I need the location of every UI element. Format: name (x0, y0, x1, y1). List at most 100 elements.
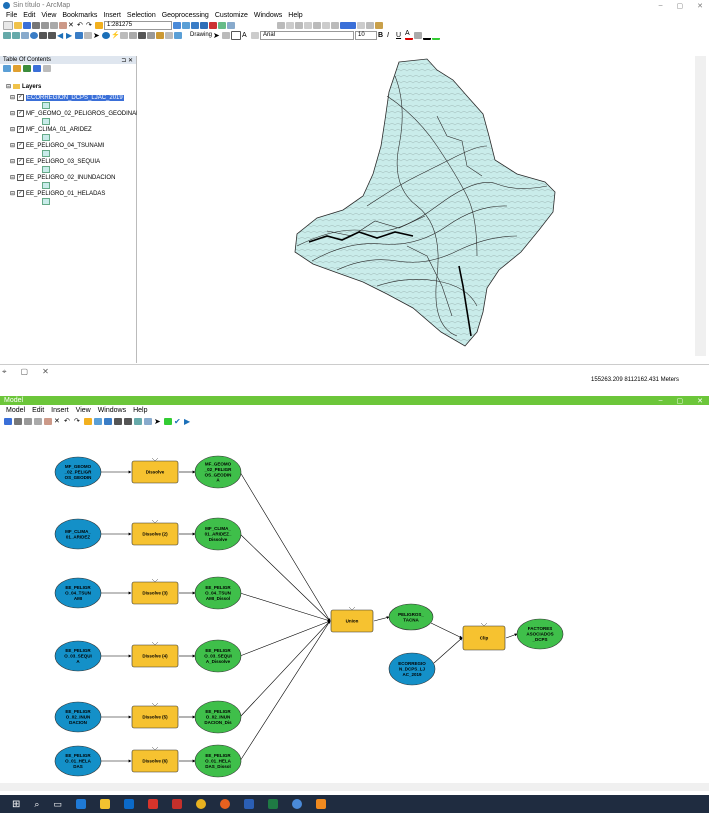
flow-connector[interactable] (239, 620, 331, 718)
print-icon[interactable] (32, 21, 40, 29)
fixed-zoom-out-model-icon[interactable] (124, 417, 132, 425)
fill-color-icon[interactable] (414, 31, 423, 39)
list-by-drawing-order-icon[interactable] (3, 65, 11, 72)
editor-icon[interactable] (173, 21, 181, 29)
layer-label[interactable]: MF_GEOMO_02_PELIGROS_GEODINAMICO (26, 111, 152, 117)
clear-selection-icon[interactable] (84, 31, 92, 39)
acrobat-icon[interactable] (171, 799, 182, 809)
expand-icon[interactable]: ⊟ (10, 126, 15, 133)
search-icon[interactable] (200, 21, 208, 29)
menu-help[interactable]: Help (288, 12, 302, 19)
flow-connector[interactable] (373, 616, 390, 622)
flow-connector[interactable] (239, 592, 331, 622)
expand-icon[interactable]: ⊟ (10, 158, 15, 165)
font-size-combo[interactable]: 10 (355, 30, 378, 40)
bold-icon[interactable]: B (378, 32, 386, 39)
flow-connector[interactable] (430, 622, 463, 639)
dissolve-tool-node[interactable]: Dissolve (5) (131, 702, 179, 729)
model-redo-icon[interactable]: ↷ (74, 418, 82, 425)
drawing-menu[interactable]: Drawing (190, 32, 212, 38)
font-color-icon[interactable]: A (405, 30, 414, 40)
validate-icon[interactable]: ✔ (174, 417, 182, 425)
output-data-node[interactable]: EE_PELIGR O_02_INUN DACION_Dis (194, 700, 242, 734)
layer-visibility-checkbox[interactable]: ✓ (17, 190, 25, 197)
layer-visibility-checkbox[interactable]: ✓ (17, 110, 25, 117)
layer-symbol-swatch[interactable] (42, 118, 50, 125)
fixed-zoom-in-model-icon[interactable] (114, 417, 122, 425)
table-icon[interactable] (182, 21, 190, 29)
paste-icon[interactable] (59, 21, 67, 29)
model-print-icon[interactable] (14, 417, 22, 425)
expand-icon[interactable]: ⊟ (10, 110, 15, 117)
layer-visibility-checkbox[interactable]: ✓ (17, 158, 25, 165)
binoculars-icon[interactable] (138, 31, 146, 39)
italic-icon[interactable]: I (387, 32, 395, 39)
layer-visibility-checkbox[interactable]: ✓ (17, 174, 25, 181)
find-icon[interactable] (375, 21, 383, 29)
fixed-zoom-out-icon[interactable] (48, 31, 56, 39)
go-to-xy-icon[interactable] (147, 31, 155, 39)
chart-icon[interactable] (174, 31, 182, 39)
model-menu-help[interactable]: Help (133, 407, 147, 414)
layer-symbol-swatch[interactable] (42, 198, 50, 205)
zoom-out-icon[interactable] (12, 31, 20, 39)
model-delete-icon[interactable]: ✕ (54, 418, 62, 425)
model-horizontal-scrollbar[interactable] (0, 783, 709, 791)
full-extent-icon[interactable] (30, 31, 38, 39)
time-slider-icon[interactable] (156, 31, 164, 39)
editing-tool-icon[interactable] (277, 21, 285, 29)
layer-visibility-checkbox[interactable]: ✓ (17, 142, 25, 149)
model-restore-icon[interactable]: ▢ (677, 397, 684, 405)
layer-item[interactable]: ⊟ ✓ EE_PELIGRO_03_SEQUIA (10, 158, 100, 165)
firefox-icon[interactable] (219, 799, 230, 809)
flow-connector[interactable] (433, 637, 463, 664)
window-icon[interactable]: ▢ (21, 367, 29, 377)
layer-label[interactable]: EE_PELIGRO_03_SEQUIA (26, 159, 100, 165)
list-by-source-icon[interactable] (13, 65, 21, 72)
line-color-icon[interactable] (423, 31, 432, 40)
map-vertical-scrollbar[interactable] (695, 56, 706, 356)
start-icon[interactable]: ⊞ (12, 799, 20, 810)
expand-icon[interactable]: ⊟ (10, 174, 15, 181)
layer-item[interactable]: ⊟ ✓ EE_PELIGRO_01_HELADAS (10, 190, 105, 197)
callout-icon[interactable] (251, 31, 260, 39)
model-undo-icon[interactable]: ↶ (64, 418, 72, 425)
output-data-node[interactable]: EE_PELIGR O_01_HELA DAS_Dissol (194, 744, 242, 778)
scale-combo[interactable]: 1:281275 (104, 20, 172, 30)
layer-item[interactable]: ⊟ ✓ EE_PELIGRO_02_INUNDACION (10, 174, 115, 181)
expand-icon[interactable]: ⊟ (10, 190, 15, 197)
menu-edit[interactable]: Edit (23, 12, 35, 19)
layers-root[interactable]: ⊟ Layers (6, 83, 41, 91)
expand-icon[interactable]: ⊟ (10, 142, 15, 149)
run-icon[interactable]: ▶ (184, 417, 192, 425)
mail-icon[interactable] (147, 799, 158, 809)
split-icon[interactable] (304, 21, 312, 29)
collapse-icon[interactable]: ⊟ (6, 83, 11, 90)
open-icon[interactable] (14, 21, 22, 29)
union-tool-node[interactable]: Union (330, 606, 374, 633)
copy-icon[interactable] (50, 21, 58, 29)
undo-icon[interactable]: ↶ (77, 22, 85, 29)
menu-selection[interactable]: Selection (127, 12, 156, 19)
list-by-selection-icon[interactable] (33, 65, 41, 72)
select-model-icon[interactable]: ➤ (154, 417, 162, 425)
arcgis-taskbar-icon[interactable] (315, 799, 326, 809)
output-data-node[interactable]: EE_PELIGR O_04_TSUN AMI_Dissol (194, 576, 242, 610)
layer-item[interactable]: ⊟ ✓ EE_PELIGRO_04_TSUNAMI (10, 142, 104, 149)
dissolve-tool-node[interactable]: Dissolve (3) (131, 578, 179, 605)
layer-item[interactable]: ⊟ ✓ MF_GEOMO_02_PELIGROS_GEODINAMICO (10, 110, 152, 117)
expand-icon[interactable]: ⊟ (10, 94, 15, 101)
layer-visibility-checkbox[interactable]: ✓ (17, 126, 25, 133)
dissolve-tool-node[interactable]: Dissolve (4) (131, 641, 179, 668)
arctoolbox-icon[interactable] (209, 21, 217, 29)
model-save-icon[interactable] (4, 417, 12, 425)
output-data-node[interactable]: MF_CLIMA_ 01_ARIDEZ_ Dissolve (194, 517, 242, 551)
marker-color-icon[interactable] (432, 31, 441, 40)
layout-view-icon[interactable] (165, 31, 173, 39)
dissolve-tool-node[interactable]: Dissolve (2) (131, 519, 179, 546)
model-minimize-icon[interactable]: – (659, 397, 663, 405)
sketch-icon[interactable] (286, 21, 294, 29)
ecoregion-polygon[interactable] (294, 58, 556, 347)
input-data-node[interactable]: EE_PELIGR O_01_HELA DAS (54, 745, 102, 777)
menu-customize[interactable]: Customize (215, 12, 248, 19)
